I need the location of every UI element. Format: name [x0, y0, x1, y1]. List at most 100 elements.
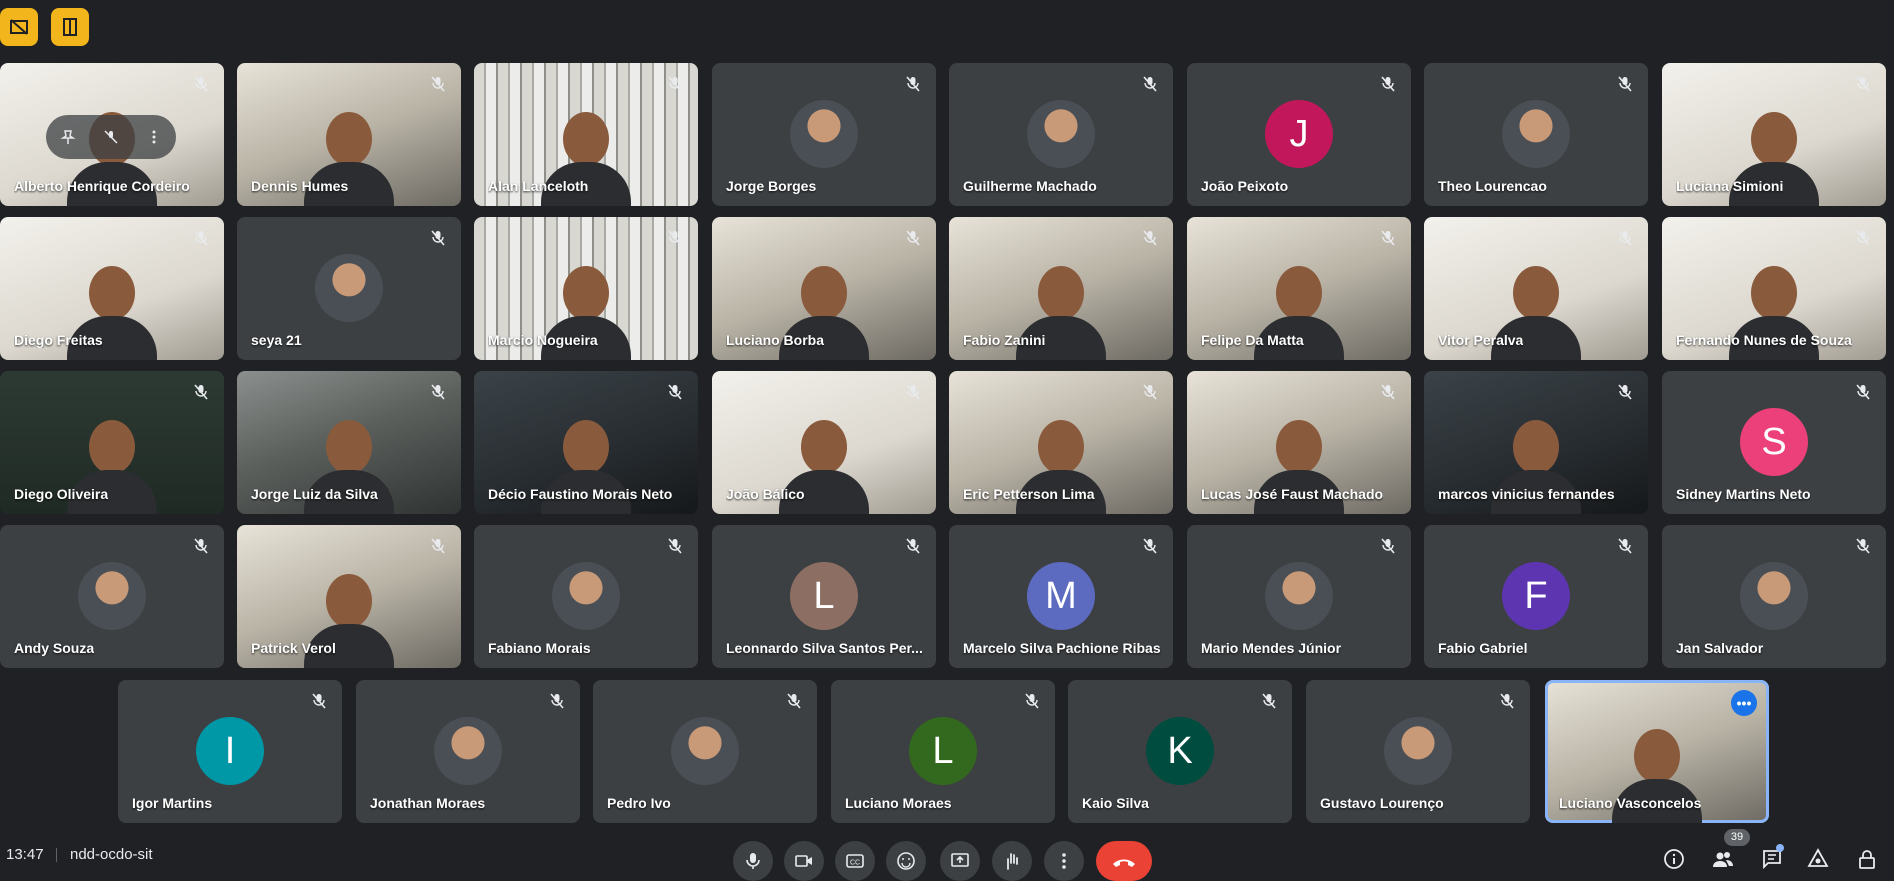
door-exit-icon — [63, 18, 77, 36]
participant-tile[interactable]: F Fabio Gabriel — [1424, 525, 1648, 668]
mic-muted-indicator — [429, 75, 447, 93]
participant-tile[interactable]: Theo Lourencao — [1424, 63, 1648, 206]
avatar-photo — [315, 254, 383, 322]
mic-muted-indicator — [1141, 537, 1159, 555]
end-call-button[interactable] — [1096, 841, 1152, 881]
mic-muted-icon — [194, 230, 208, 246]
more-vert-icon[interactable] — [146, 129, 162, 145]
participant-tile[interactable]: I Igor Martins — [118, 680, 342, 823]
mic-muted-indicator — [1854, 383, 1872, 401]
mic-muted-indicator — [1379, 229, 1397, 247]
mic-muted-indicator — [1616, 75, 1634, 93]
mic-muted-indicator — [429, 229, 447, 247]
mic-muted-indicator — [785, 692, 803, 710]
participant-name: João Peixoto — [1201, 178, 1289, 194]
participant-tile[interactable]: marcos vinicius fernandes — [1424, 371, 1648, 514]
captions-button[interactable]: CC — [835, 841, 875, 881]
hide-self-view-button[interactable] — [0, 8, 38, 46]
emoji-button[interactable] — [886, 841, 926, 881]
participant-name: Luciano Borba — [726, 332, 825, 348]
participant-tile[interactable]: Eric Petterson Lima — [949, 371, 1173, 514]
mic-muted-icon — [1856, 538, 1870, 554]
participant-tile[interactable]: Fabiano Morais — [474, 525, 698, 668]
participant-tile[interactable]: seya 21 — [237, 217, 461, 360]
end-call-icon — [1113, 859, 1135, 867]
participant-name: Luciano Vasconcelos — [1559, 795, 1702, 811]
participant-tile[interactable]: Mario Mendes Júnior — [1187, 525, 1411, 668]
participant-tile[interactable]: Patrick Verol — [237, 525, 461, 668]
participant-name: Jan Salvador — [1676, 640, 1764, 656]
mic-muted-icon — [1025, 693, 1039, 709]
avatar-letter: L — [909, 717, 977, 785]
participant-tile[interactable]: Fabio Zanini — [949, 217, 1173, 360]
participant-tile[interactable]: Jorge Borges — [712, 63, 936, 206]
participant-tile[interactable]: Luciana Simioni — [1662, 63, 1886, 206]
participant-tile[interactable]: Jan Salvador — [1662, 525, 1886, 668]
participant-tile[interactable]: Alan Lanceloth — [474, 63, 698, 206]
participant-tile[interactable]: Diego Freitas — [0, 217, 224, 360]
participant-tile[interactable]: J João Peixoto — [1187, 63, 1411, 206]
microphone-button[interactable] — [733, 841, 773, 881]
participant-tile[interactable]: Décio Faustino Morais Neto — [474, 371, 698, 514]
mic-muted-icon — [1381, 384, 1395, 400]
participant-count-badge: 39 — [1724, 829, 1750, 846]
avatar-photo — [1265, 562, 1333, 630]
avatar-letter: I — [196, 717, 264, 785]
participant-name: Alberto Henrique Cordeiro — [14, 178, 190, 194]
participant-name: Dennis Humes — [251, 178, 349, 194]
participant-tile[interactable]: Marcio Nogueira — [474, 217, 698, 360]
more-options-icon[interactable]: ••• — [1731, 690, 1757, 716]
chat-notification-dot — [1776, 844, 1784, 852]
participant-tile[interactable]: Diego Oliveira — [0, 371, 224, 514]
participant-name: Fabiano Morais — [488, 640, 591, 656]
participant-name: Décio Faustino Morais Neto — [488, 486, 673, 502]
participant-tile[interactable]: Andy Souza — [0, 525, 224, 668]
participant-name: Marcio Nogueira — [488, 332, 598, 348]
participant-name: Jonathan Moraes — [370, 795, 486, 811]
avatar-letter: J — [1265, 100, 1333, 168]
participant-name: Mario Mendes Júnior — [1201, 640, 1342, 656]
mute-participant-icon[interactable] — [103, 129, 119, 145]
participant-tile[interactable]: João Bálico — [712, 371, 936, 514]
mic-muted-indicator — [192, 537, 210, 555]
participant-tile[interactable]: Jorge Luiz da Silva — [237, 371, 461, 514]
mic-muted-indicator — [1141, 75, 1159, 93]
participant-tile[interactable]: Fernando Nunes de Souza — [1662, 217, 1886, 360]
participant-tile[interactable]: Jonathan Moraes — [356, 680, 580, 823]
present-screen-button[interactable] — [940, 841, 980, 881]
participant-tile[interactable]: L Leonnardo Silva Santos Per... — [712, 525, 936, 668]
mic-muted-icon — [431, 538, 445, 554]
participant-tile[interactable]: Alberto Henrique Cordeiro — [0, 63, 224, 206]
participant-tile[interactable]: M Marcelo Silva Pachione Ribas — [949, 525, 1173, 668]
mic-muted-icon — [1381, 230, 1395, 246]
participant-tile[interactable]: Lucas José Faust Machado — [1187, 371, 1411, 514]
mic-muted-icon — [1618, 538, 1632, 554]
participant-tile[interactable]: Vitor Peralva — [1424, 217, 1648, 360]
mic-muted-indicator — [666, 229, 684, 247]
participant-tile[interactable]: Luciano Borba — [712, 217, 936, 360]
camera-button[interactable] — [784, 841, 824, 881]
participant-tile[interactable]: Guilherme Machado — [949, 63, 1173, 206]
more-options-button[interactable] — [1044, 841, 1084, 881]
participant-tile[interactable]: Felipe Da Matta — [1187, 217, 1411, 360]
participant-tile[interactable]: S Sidney Martins Neto — [1662, 371, 1886, 514]
participant-name: Andy Souza — [14, 640, 95, 656]
mic-muted-icon — [787, 693, 801, 709]
participant-tile[interactable]: Dennis Humes — [237, 63, 461, 206]
participant-tile[interactable]: L Luciano Moraes — [831, 680, 1055, 823]
mic-muted-icon — [668, 538, 682, 554]
participant-tile[interactable]: Pedro Ivo — [593, 680, 817, 823]
door-exit-button[interactable] — [51, 8, 89, 46]
participant-name: Luciano Moraes — [845, 795, 952, 811]
mic-muted-icon — [431, 230, 445, 246]
raise-hand-button[interactable] — [992, 841, 1032, 881]
mic-muted-indicator — [1616, 383, 1634, 401]
participant-tile[interactable]: ••• Luciano Vasconcelos — [1545, 680, 1769, 823]
participant-name: Fabio Zanini — [963, 332, 1046, 348]
participant-tile[interactable]: Gustavo Lourenço — [1306, 680, 1530, 823]
pin-icon[interactable] — [60, 129, 76, 145]
participant-tile[interactable]: K Kaio Silva — [1068, 680, 1292, 823]
mic-muted-icon — [1618, 230, 1632, 246]
mic-muted-indicator — [1023, 692, 1041, 710]
avatar-photo — [1740, 562, 1808, 630]
